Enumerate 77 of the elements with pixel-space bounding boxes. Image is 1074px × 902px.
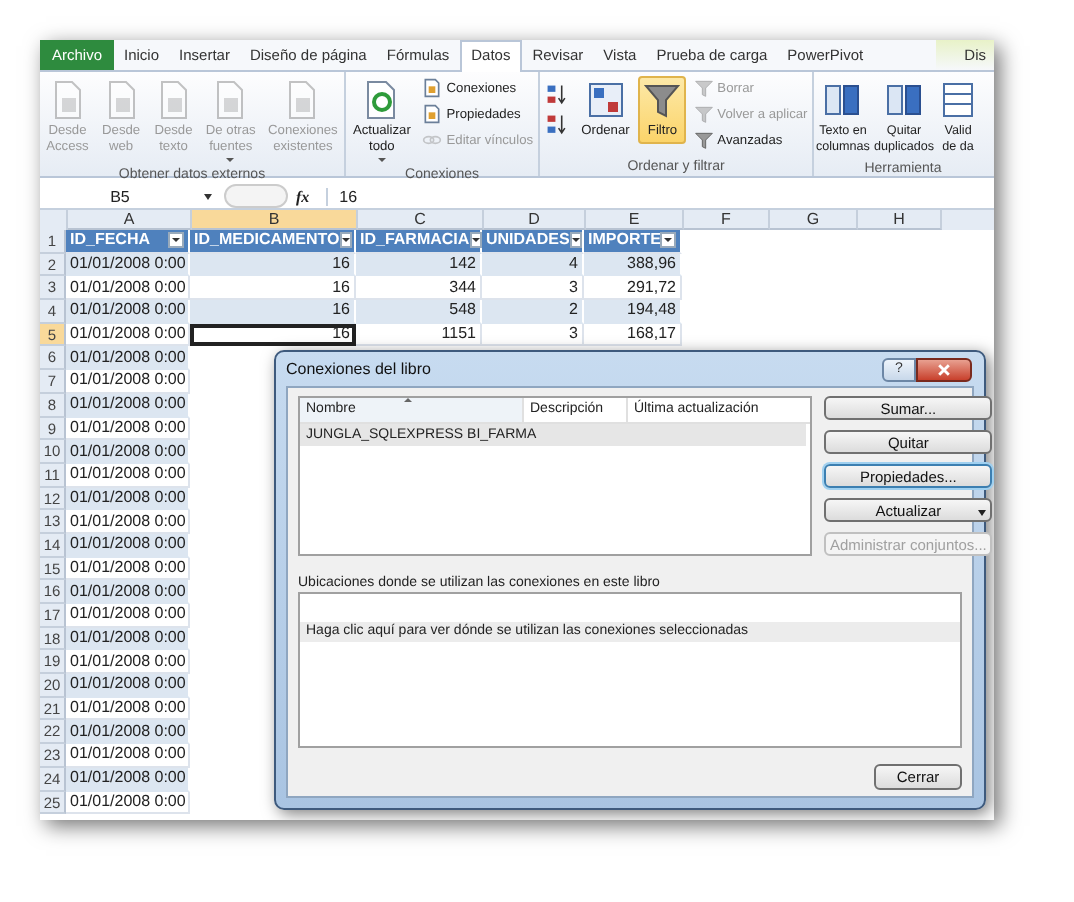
column-letter[interactable]: F [684, 210, 770, 230]
table-cell: 2 [569, 300, 578, 321]
column-letter[interactable]: G [770, 210, 858, 230]
document-icon [422, 104, 443, 124]
table-cell: 01/01/2008 0:00 [70, 464, 186, 485]
table-cell: 344 [449, 277, 476, 298]
filter-dropdown-button[interactable] [469, 232, 482, 249]
table-cell: 3 [569, 324, 578, 345]
table-cell: 01/01/2008 0:00 [70, 441, 186, 462]
table-cell: 01/01/2008 0:00 [70, 370, 186, 391]
filter-dropdown-button[interactable] [339, 232, 352, 249]
table-cell: 01/01/2008 0:00 [70, 674, 186, 695]
funnel-icon [693, 78, 714, 98]
table-cell: 01/01/2008 0:00 [70, 394, 186, 415]
table-cell: 01/01/2008 0:00 [70, 604, 186, 625]
columns-icon [884, 80, 924, 120]
table-cell: 3 [569, 277, 578, 298]
dialog-title: Conexiones del libro [286, 360, 433, 378]
caret-icon[interactable] [204, 193, 212, 199]
filter-dropdown-button[interactable] [168, 232, 184, 249]
table-cell: 1151 [441, 324, 476, 345]
sort-icon [585, 80, 626, 120]
table-cell: 16 [332, 254, 350, 275]
filter-dropdown-button[interactable] [569, 232, 582, 249]
column-letter[interactable]: H [858, 210, 942, 230]
table-cell: 01/01/2008 0:00 [70, 277, 186, 298]
table-cell: 01/01/2008 0:00 [70, 417, 186, 438]
column-header: ID_FECHA [70, 230, 151, 251]
formula-field[interactable]: 16 [325, 187, 994, 205]
column-header: UNIDADES [486, 230, 570, 251]
table-cell: 16 [332, 277, 350, 298]
table-cell: 01/01/2008 0:00 [70, 534, 186, 555]
table-cell: 16 [332, 300, 350, 321]
table-cell: 142 [449, 254, 476, 275]
close-icon [936, 361, 952, 377]
function-button[interactable]: fx [296, 187, 310, 205]
funnel-icon [693, 104, 714, 124]
column-header: ID_MEDICAMENTO [194, 230, 340, 251]
funnel-icon [642, 80, 683, 120]
filter-dropdown-button[interactable] [660, 232, 676, 249]
sort-ascending-icon[interactable] [546, 84, 569, 106]
sort-arrow-icon [404, 398, 412, 402]
columns-icon [822, 80, 863, 120]
table-cell: 01/01/2008 0:00 [70, 628, 186, 649]
table-cell: 01/01/2008 0:00 [70, 347, 186, 368]
table-cell: 01/01/2008 0:00 [70, 768, 186, 789]
table-icon [938, 80, 979, 120]
chain-icon [422, 130, 443, 150]
table-cell: 01/01/2008 0:00 [70, 791, 186, 812]
table-cell: 01/01/2008 0:00 [70, 254, 186, 275]
caret-icon [377, 158, 386, 162]
table-cell: 01/01/2008 0:00 [70, 698, 186, 719]
table-cell: 01/01/2008 0:00 [70, 511, 186, 532]
close-button[interactable] [916, 357, 972, 381]
table-cell: 01/01/2008 0:00 [70, 324, 186, 345]
table-cell: 01/01/2008 0:00 [70, 651, 186, 672]
table-cell: 291,72 [627, 277, 676, 298]
table-cell: 01/01/2008 0:00 [70, 557, 186, 578]
table-cell: 01/01/2008 0:00 [70, 744, 186, 765]
column-header: IMPORTE [588, 230, 661, 251]
sort-descending-icon[interactable] [546, 114, 569, 136]
table-cell: 01/01/2008 0:00 [70, 487, 186, 508]
table-cell: 388,96 [627, 254, 676, 275]
document-icon [422, 78, 443, 98]
caret-icon [226, 158, 235, 162]
table-cell: 168,17 [627, 324, 676, 345]
caret-icon [978, 510, 987, 516]
column-header: ID_FARMACIA [360, 230, 470, 251]
table-cell: 4 [569, 254, 578, 275]
table-cell: 194,48 [627, 300, 676, 321]
funnel-icon [693, 130, 714, 150]
table-cell: 548 [449, 300, 476, 321]
name-box[interactable]: B5 [40, 187, 200, 205]
table-cell: 01/01/2008 0:00 [70, 581, 186, 602]
column-letter[interactable]: B [192, 210, 358, 230]
table-cell: 01/01/2008 0:00 [70, 300, 186, 321]
table-cell: 01/01/2008 0:00 [70, 721, 186, 742]
